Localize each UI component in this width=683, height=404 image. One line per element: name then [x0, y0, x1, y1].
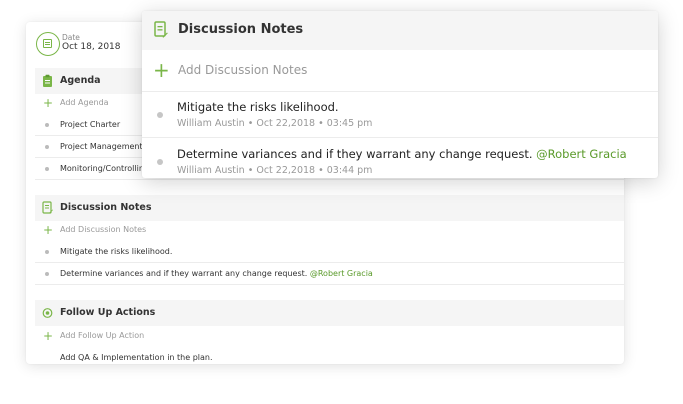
- note-author: William Austin: [177, 165, 245, 176]
- note-author: William Austin: [177, 118, 245, 129]
- discussion-notes-popup: Discussion Notes + Add Discussion Notes …: [142, 11, 658, 178]
- agenda-item-text: Monitoring/Controlling: [60, 164, 149, 173]
- bullet-icon: [45, 123, 49, 127]
- follow-up-header: Follow Up Actions: [35, 300, 624, 326]
- plus-icon: +: [43, 96, 54, 110]
- note-text: Mitigate the risks likelihood.: [177, 100, 339, 114]
- discussion-notes-header: Discussion Notes: [35, 195, 624, 221]
- note-item[interactable]: Mitigate the risks likelihood. William A…: [142, 92, 658, 138]
- discussion-notes-title: Discussion Notes: [60, 202, 152, 213]
- bullet-icon: [45, 272, 49, 276]
- note-timestamp: Oct 22,2018 • 03:45 pm: [256, 118, 373, 129]
- add-discussion-note-label: Add Discussion Notes: [178, 63, 308, 77]
- note-text: Determine variances and if they warrant …: [177, 147, 627, 161]
- discussion-note-text: Mitigate the risks likelihood.: [60, 247, 173, 256]
- bullet-icon: [45, 145, 49, 149]
- add-discussion-note-button[interactable]: + Add Discussion Notes: [35, 221, 624, 241]
- follow-up-item[interactable]: Add QA & Implementation in the plan.: [35, 348, 624, 364]
- add-agenda-label: Add Agenda: [60, 98, 109, 107]
- add-follow-up-button[interactable]: + Add Follow Up Action: [35, 327, 624, 347]
- agenda-item-text: Project Management: [60, 142, 143, 151]
- note-meta: William Austin • Oct 22,2018 • 03:45 pm: [177, 118, 373, 129]
- date-label: Date: [62, 33, 80, 42]
- date-value: Oct 18, 2018: [62, 42, 121, 52]
- popup-header: Discussion Notes: [142, 11, 658, 50]
- note-body: Determine variances and if they warrant …: [60, 269, 308, 278]
- plus-icon: +: [43, 223, 54, 237]
- agenda-item-text: Project Charter: [60, 120, 121, 129]
- user-mention[interactable]: @Robert Gracia: [536, 147, 627, 161]
- discussion-note-item[interactable]: Determine variances and if they warrant …: [35, 264, 624, 285]
- popup-title: Discussion Notes: [178, 22, 304, 37]
- bullet-icon: [45, 250, 49, 254]
- calendar-icon: [36, 32, 60, 56]
- add-discussion-note-button[interactable]: + Add Discussion Notes: [142, 50, 658, 92]
- clipboard-icon: [43, 74, 52, 87]
- agenda-title: Agenda: [60, 75, 101, 86]
- note-body: Determine variances and if they warrant …: [177, 147, 533, 161]
- plus-icon: +: [153, 58, 170, 82]
- discussion-note-item[interactable]: Mitigate the risks likelihood.: [35, 242, 624, 263]
- note-meta: William Austin • Oct 22,2018 • 03:44 pm: [177, 165, 373, 176]
- discussion-note-text: Determine variances and if they warrant …: [60, 269, 373, 278]
- note-edit-icon: [42, 201, 53, 214]
- add-follow-up-label: Add Follow Up Action: [60, 331, 145, 340]
- plus-icon: +: [43, 329, 54, 343]
- bullet-icon: [157, 112, 163, 118]
- add-discussion-note-label: Add Discussion Notes: [60, 225, 147, 234]
- note-edit-icon: [154, 21, 168, 38]
- follow-up-text: Add QA & Implementation in the plan.: [60, 353, 213, 362]
- user-mention[interactable]: @Robert Gracia: [310, 269, 373, 278]
- follow-up-title: Follow Up Actions: [60, 307, 156, 318]
- bullet-icon: [45, 167, 49, 171]
- note-item[interactable]: Determine variances and if they warrant …: [142, 139, 658, 178]
- bullet-icon: [157, 159, 163, 165]
- target-icon: [42, 308, 53, 318]
- note-timestamp: Oct 22,2018 • 03:44 pm: [256, 165, 373, 176]
